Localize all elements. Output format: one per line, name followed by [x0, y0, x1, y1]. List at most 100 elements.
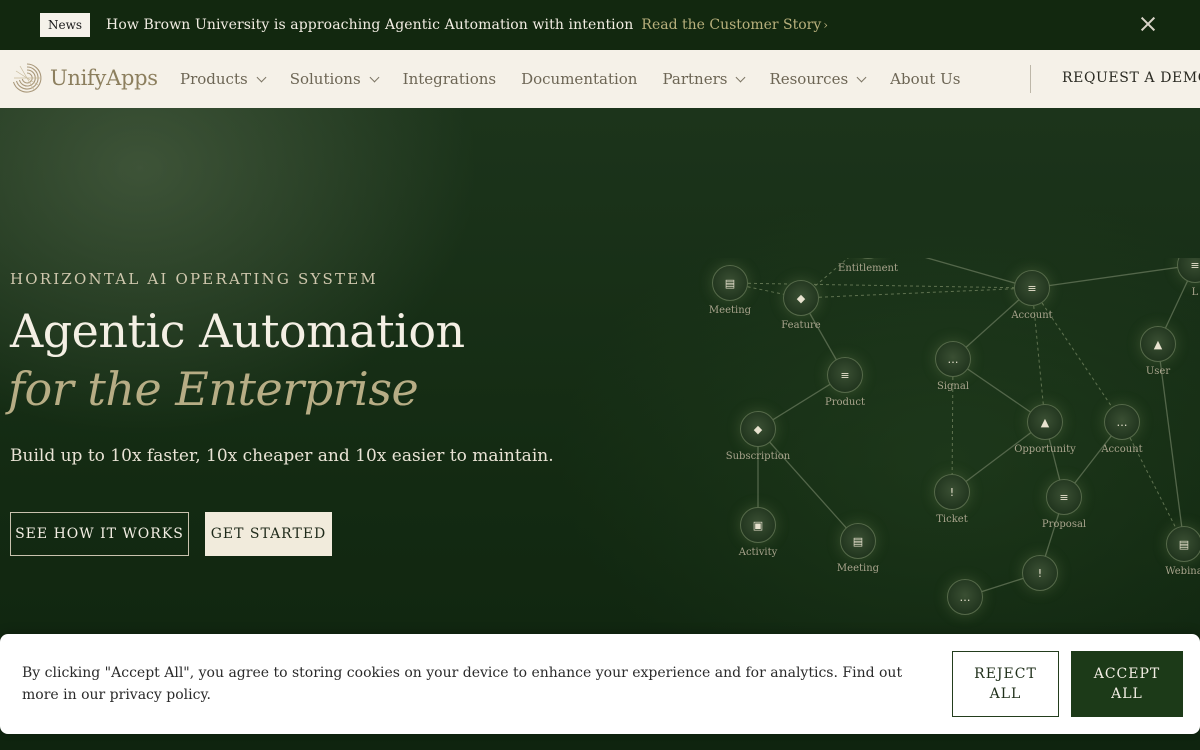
chat-icon: …	[947, 352, 959, 366]
graph-node-label: Entitlement	[838, 263, 898, 274]
graph-node: ▣	[740, 507, 776, 543]
nav-partners-label: Partners	[662, 70, 728, 88]
chat-icon: …	[959, 590, 971, 604]
accept-all-label-2: ALL	[1111, 686, 1143, 702]
nav-about-us-label: About Us	[890, 70, 961, 88]
logo-text: UnifyApps	[50, 66, 158, 90]
get-started-button[interactable]: GET STARTED	[205, 512, 332, 556]
cookie-text: By clicking "Accept All", you agree to s…	[22, 665, 903, 703]
graph-node-label: Ticket	[936, 514, 968, 525]
calendar-icon: ▤	[852, 534, 864, 548]
nav-partners[interactable]: Partners	[662, 70, 746, 88]
chevron-down-icon	[735, 72, 746, 82]
graph-edge-dashed	[1121, 421, 1185, 545]
briefcase-icon: ▣	[752, 518, 764, 532]
graph-node: !	[934, 474, 970, 510]
chevron-down-icon	[369, 72, 380, 82]
reject-all-label-1: REJECT	[974, 666, 1037, 682]
accept-all-label-1: ACCEPT	[1093, 666, 1161, 682]
graph-node: ▤	[712, 265, 748, 301]
document-icon: ≡	[1027, 281, 1037, 295]
graph-node: ▤	[1166, 526, 1200, 562]
graph-node-label: Meeting	[708, 305, 752, 316]
graph-node: …	[935, 341, 971, 377]
graph-node: ▲	[1027, 404, 1063, 440]
graph-node: !	[1022, 555, 1058, 591]
graph-node: ≡	[1046, 479, 1082, 515]
chevron-down-icon	[856, 72, 867, 82]
nav-integrations[interactable]: Integrations	[403, 70, 496, 88]
announcement-bar: News How Brown University is approaching…	[0, 0, 1200, 50]
user-icon: ▲	[1040, 415, 1050, 429]
graph-edge-dashed	[1031, 287, 1123, 423]
graph-node-label: Account	[1101, 444, 1143, 455]
cookie-banner: By clicking "Accept All", you agree to s…	[0, 634, 1200, 734]
customer-story-link[interactable]: Read the Customer Story ›	[641, 17, 828, 33]
calendar-icon: ▤	[724, 276, 736, 290]
graph-node: ◆	[783, 280, 819, 316]
graph-node-label: Account	[1011, 310, 1053, 321]
graph-node: ◆	[740, 411, 776, 447]
calendar-icon: ▤	[1178, 537, 1190, 551]
graph-node-label: User	[1145, 366, 1171, 377]
request-demo-button[interactable]: REQUEST A DEMO	[1062, 70, 1200, 86]
chevron-down-icon	[256, 72, 267, 82]
nav-products[interactable]: Products	[180, 70, 267, 88]
document-icon: ≡	[1190, 258, 1200, 272]
hero-eyebrow: HORIZONTAL AI OPERATING SYSTEM	[10, 270, 378, 288]
announcement-text: How Brown University is approaching Agen…	[106, 17, 634, 33]
nav-documentation-label: Documentation	[521, 70, 638, 88]
hero-subtitle: Build up to 10x faster, 10x cheaper and …	[10, 446, 554, 466]
reject-all-label-2: ALL	[989, 686, 1022, 702]
nav-integrations-label: Integrations	[402, 70, 497, 88]
graph-node-label: Subscription	[725, 451, 791, 462]
graph-node: ≡	[827, 357, 863, 393]
graph-edge	[1031, 264, 1196, 289]
graph-edge-dashed	[1031, 287, 1046, 423]
logo-link[interactable]: UnifyApps	[10, 61, 158, 95]
graph-node-label: Opportunity	[1014, 444, 1076, 455]
graph-edge-dashed	[951, 358, 954, 493]
chat-icon: …	[1116, 415, 1128, 429]
document-icon: ≡	[1059, 490, 1069, 504]
close-icon[interactable]	[1138, 14, 1158, 34]
graph-node-label: Signal	[936, 381, 970, 392]
nav-solutions-label: Solutions	[289, 70, 361, 88]
tag-icon: ◆	[796, 291, 806, 305]
nav-resources[interactable]: Resources	[769, 70, 867, 88]
graph-node: …	[1104, 404, 1140, 440]
nav-menu: Products Solutions Integrations Document…	[180, 50, 985, 108]
nav-resources-label: Resources	[769, 70, 849, 88]
tag-icon: ◆	[753, 422, 763, 436]
customer-story-link-label: Read the Customer Story	[641, 17, 822, 33]
graph-edge-dashed	[729, 282, 1033, 289]
see-how-it-works-button[interactable]: SEE HOW IT WORKS	[10, 512, 189, 556]
nav-divider	[1030, 65, 1031, 93]
graph-node-label: Webina	[1165, 566, 1200, 577]
user-icon: ▲	[1153, 337, 1163, 351]
alert-icon: !	[949, 485, 955, 499]
accept-all-button[interactable]: ACCEPT ALL	[1071, 651, 1183, 717]
graph-edge-dashed	[800, 287, 1033, 299]
graph-node: …	[947, 579, 983, 615]
nav-solutions[interactable]: Solutions	[289, 70, 380, 88]
hero-title: Agentic Automation	[10, 304, 465, 358]
graph-node: ▤	[840, 523, 876, 559]
alert-icon: !	[1037, 566, 1043, 580]
navbar: UnifyApps Products Solutions Integration…	[0, 50, 1200, 108]
graph-node: ≡	[1014, 270, 1050, 306]
reject-all-button[interactable]: REJECT ALL	[952, 651, 1059, 717]
graph-node-label: Proposal	[1041, 519, 1087, 530]
graph-node-label: L	[1191, 287, 1199, 298]
news-badge: News	[40, 13, 91, 37]
graph-node-label: Feature	[781, 320, 821, 331]
nav-documentation[interactable]: Documentation	[521, 70, 637, 88]
nav-products-label: Products	[180, 70, 248, 88]
document-icon: ≡	[840, 368, 850, 382]
graph-node-label: Activity	[738, 547, 778, 558]
hero-title-italic: for the Enterprise	[8, 362, 419, 416]
logo-mark-icon	[12, 63, 42, 93]
nav-about-us[interactable]: About Us	[890, 70, 960, 88]
chevron-right-icon: ›	[823, 18, 829, 32]
graph-node-label: Meeting	[836, 563, 880, 574]
